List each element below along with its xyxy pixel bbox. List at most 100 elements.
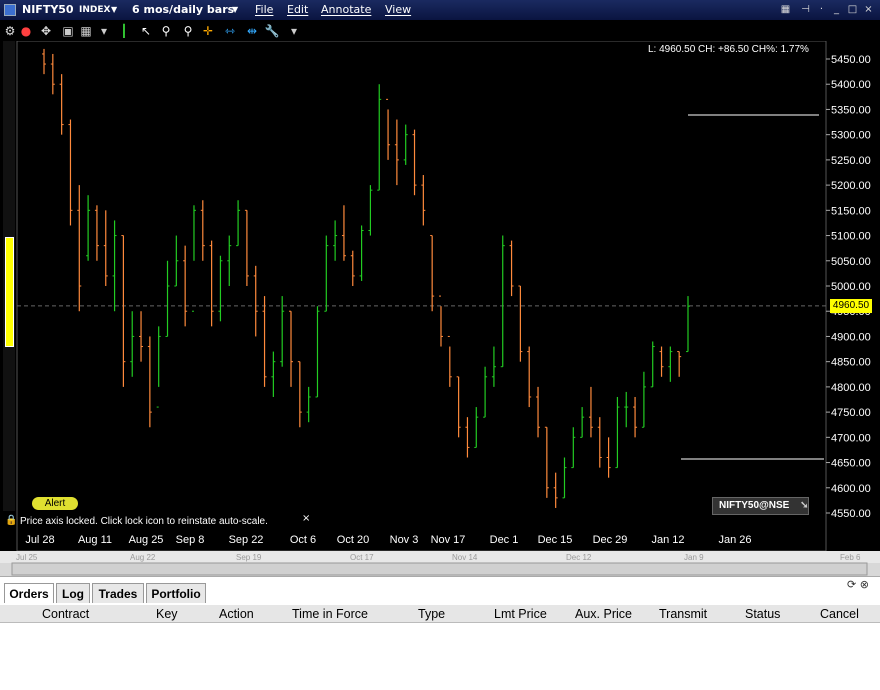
x-tick-label: Dec 1 (490, 534, 519, 546)
settings-icon[interactable]: ⚙ (2, 23, 18, 39)
plot-frame (16, 41, 827, 551)
x-tick-label: Nov 17 (431, 534, 466, 546)
link-icon[interactable]: ▦ (779, 3, 792, 16)
instrument-type: INDEX (79, 5, 111, 15)
bar-chart-icon[interactable]: ┃ (116, 23, 132, 39)
navigator-canvas: Jul 25 Aug 22 Sep 19 Oct 17 Nov 14 Dec 12 Jan … (0, 551, 880, 576)
tab-log[interactable]: Log (56, 583, 90, 603)
range-icon[interactable]: ⇹ (244, 23, 260, 39)
col-aux-price[interactable]: Aux. Price (575, 607, 632, 621)
orders-panel: Orders Log Trades Portfolio Contract Key… (0, 576, 880, 690)
chevron-down-icon[interactable]: ▼ (111, 5, 117, 14)
x-tick-label: Oct 20 (337, 534, 369, 546)
navigator-label: Jul 25 (16, 553, 38, 562)
x-tick-label: Sep 8 (176, 534, 205, 546)
x-tick-label: Aug 11 (78, 534, 112, 546)
zoom-icon[interactable]: ⚲ (180, 23, 196, 39)
chart-window: NIFTY50 INDEX ▼ 6 mos/daily bars ▼ File … (0, 0, 880, 690)
y-tick-label: 5300.00 (831, 130, 871, 142)
navigator-label: Nov 14 (452, 553, 478, 562)
refresh-icon[interactable]: ⟳ (847, 578, 856, 591)
y-tick-label: 4600.00 (831, 483, 871, 495)
chart-toolbar: ⚙ ● ✥ ▣ ▦ ▾ ┃ ↖ ⚲ ⚲ ✛ ⇿ ⇹ 🔧 ▾ (0, 20, 880, 41)
navigator-label: Sep 19 (236, 553, 262, 562)
zoom-out-icon[interactable]: ▣ (60, 23, 76, 39)
y-tick-label: 5350.00 (831, 104, 871, 116)
col-key[interactable]: Key (156, 607, 178, 621)
x-tick-label: Oct 6 (290, 534, 316, 546)
col-transmit[interactable]: Transmit (659, 607, 707, 621)
x-tick-label: Jan 12 (651, 534, 684, 546)
cursor-icon[interactable]: ↖ (138, 23, 154, 39)
price-stats: L: 4960.50 CH: +86.50 CH%: 1.77% (648, 44, 809, 55)
symbol-label[interactable]: NIFTY50 (22, 3, 74, 16)
pin-icon[interactable]: ⊣ (799, 3, 812, 16)
y-tick-label: 4550.00 (831, 508, 871, 520)
stop-icon[interactable]: ● (18, 23, 34, 39)
minimize-icon[interactable]: _ (830, 3, 843, 16)
time-navigator[interactable]: Jul 25 Aug 22 Sep 19 Oct 17 Nov 14 Dec 12 Jan … (0, 551, 880, 576)
chart-canvas: 5450.00 5400.00 5350.00 5300.00 5250.00 5200.… (16, 41, 871, 551)
col-status[interactable]: Status (745, 607, 780, 621)
crosshair-tool-icon[interactable]: ✛ (200, 23, 216, 39)
x-tick-label: Jul 28 (25, 534, 54, 546)
y-tick-label: 5150.00 (831, 205, 871, 217)
menu-annotate[interactable]: Annotate (321, 3, 371, 16)
dropdown-icon[interactable]: ▾ (286, 23, 302, 39)
panel-controls: ⟳ ⊗ (847, 578, 877, 592)
period-selector[interactable]: 6 mos/daily bars (132, 3, 234, 16)
tab-orders[interactable]: Orders (4, 583, 54, 603)
x-tick-label: Nov 3 (390, 534, 419, 546)
y-tick-label: 5050.00 (831, 256, 871, 268)
menu-dots-icon[interactable]: · (815, 3, 828, 16)
window-icon[interactable] (4, 4, 16, 16)
col-contract[interactable]: Contract (42, 607, 89, 621)
y-tick-label: 4650.00 (831, 458, 871, 470)
tab-trades[interactable]: Trades (92, 583, 144, 603)
orders-column-header: Contract Key Action Time in Force Type L… (0, 605, 880, 623)
title-bar: NIFTY50 INDEX ▼ 6 mos/daily bars ▼ File … (0, 0, 880, 20)
pin-icon: ➘ (800, 500, 809, 511)
close-note-icon[interactable]: × (302, 513, 310, 524)
y-tick-label: 4750.00 (831, 407, 871, 419)
col-action[interactable]: Action (219, 607, 254, 621)
col-type[interactable]: Type (418, 607, 445, 621)
x-tick-label: Dec 15 (538, 534, 573, 546)
menu-file[interactable]: File (255, 3, 273, 16)
close-icon[interactable]: × (862, 3, 875, 16)
wrench-icon[interactable]: 🔧 (264, 23, 280, 39)
symbol-badge-label: NIFTY50@NSE (719, 500, 790, 511)
price-lock-note: Price axis locked. Click lock icon to re… (20, 516, 268, 527)
navigator-scrollbar (11, 562, 868, 576)
y-tick-label: 4850.00 (831, 357, 871, 369)
y-tick-label: 5450.00 (831, 54, 871, 66)
col-lmt-price[interactable]: Lmt Price (494, 607, 547, 621)
symbol-badge: NIFTY50@NSE ➘ (712, 497, 809, 515)
close-panel-icon[interactable]: ⊗ (860, 578, 869, 591)
y-tick-label: 5200.00 (831, 180, 871, 192)
crosshair-icon[interactable]: ✥ (38, 23, 54, 39)
menu-edit[interactable]: Edit (287, 3, 308, 16)
price-chart[interactable]: 5450.00 5400.00 5350.00 5300.00 5250.00 5200.… (0, 41, 880, 551)
tab-portfolio[interactable]: Portfolio (146, 583, 206, 603)
split-icon[interactable]: ⇿ (222, 23, 238, 39)
navigator-label: Oct 17 (350, 553, 374, 562)
col-cancel[interactable]: Cancel (820, 607, 859, 621)
navigator-label: Aug 22 (130, 553, 156, 562)
zoom-in-icon[interactable]: ⚲ (158, 23, 174, 39)
lock-icon[interactable]: 🔒 (5, 515, 17, 526)
menu-view[interactable]: View (385, 3, 411, 16)
y-tick-label: 4800.00 (831, 382, 871, 394)
y-tick-label: 4900.00 (831, 331, 871, 343)
chevron-down-icon[interactable]: ▼ (232, 5, 238, 14)
last-price-tag: 4960.50 (830, 299, 872, 313)
y-tick-label: 5000.00 (831, 281, 871, 293)
maximize-icon[interactable]: □ (846, 3, 859, 16)
col-time-in-force[interactable]: Time in Force (292, 607, 368, 621)
alert-button[interactable]: Alert (32, 497, 78, 510)
x-tick-label: Jan 26 (718, 534, 751, 546)
y-tick-label: 5100.00 (831, 231, 871, 243)
dropdown-icon[interactable]: ▾ (96, 23, 112, 39)
grid-icon[interactable]: ▦ (78, 23, 94, 39)
y-tick-label: 5250.00 (831, 155, 871, 167)
